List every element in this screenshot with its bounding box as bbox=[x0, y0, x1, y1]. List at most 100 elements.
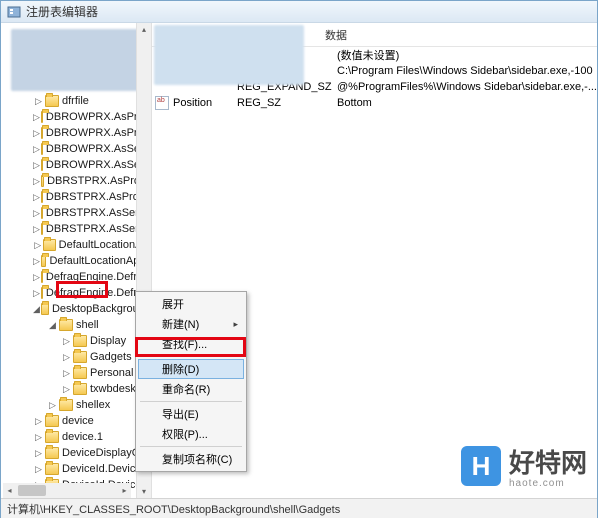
folder-icon bbox=[41, 271, 43, 283]
tree-hscrollbar[interactable]: ◂ ▸ bbox=[3, 483, 131, 498]
folder-icon bbox=[41, 111, 43, 123]
expand-icon[interactable]: ▷ bbox=[33, 272, 40, 283]
expand-icon[interactable]: ▷ bbox=[33, 208, 40, 219]
col-data[interactable]: 数据 bbox=[317, 25, 355, 45]
expand-icon[interactable]: ▷ bbox=[61, 368, 72, 379]
menu-separator bbox=[140, 401, 242, 402]
folder-icon bbox=[73, 351, 87, 363]
blurred-region bbox=[11, 29, 151, 91]
menu-export[interactable]: 导出(E) bbox=[138, 404, 244, 424]
expand-icon[interactable]: ▷ bbox=[47, 400, 58, 411]
tree-label: Gadgets bbox=[90, 351, 132, 363]
tree-node[interactable]: ▷DefragEngine.DefragE bbox=[31, 285, 151, 301]
hscroll-track[interactable] bbox=[16, 483, 118, 498]
folder-icon bbox=[73, 335, 87, 347]
expand-icon[interactable]: ▷ bbox=[33, 464, 44, 475]
expand-icon[interactable]: ▷ bbox=[33, 144, 40, 155]
registry-tree[interactable]: ▷dfrfile▷DBROWPRX.AsProxy▷DBROWPRX.AsPro… bbox=[1, 23, 151, 498]
tree-node[interactable]: ▷DBRSTPRX.AsServer bbox=[31, 205, 151, 221]
tree-node[interactable]: ▷ device bbox=[31, 413, 151, 429]
folder-icon bbox=[45, 95, 59, 107]
expand-icon[interactable]: ▷ bbox=[61, 384, 72, 395]
tree-node[interactable]: ◢DesktopBackground bbox=[31, 301, 151, 317]
tree-node[interactable]: ▷DBROWPRX.AsServer. bbox=[31, 157, 151, 173]
blurred-region bbox=[154, 25, 304, 85]
list-row[interactable]: Position REG_SZBottom bbox=[152, 95, 597, 111]
value-data: Bottom bbox=[337, 97, 597, 109]
expand-icon[interactable]: ▷ bbox=[33, 176, 40, 187]
menu-new[interactable]: 新建(N) bbox=[138, 314, 244, 334]
expand-icon[interactable]: ▷ bbox=[33, 96, 44, 107]
menu-permissions[interactable]: 权限(P)... bbox=[138, 424, 244, 444]
window-title: 注册表编辑器 bbox=[26, 3, 98, 20]
folder-icon bbox=[41, 159, 43, 171]
expand-icon[interactable]: ▷ bbox=[61, 352, 72, 363]
menu-find[interactable]: 查找(F)... bbox=[138, 334, 244, 354]
tree-label: device bbox=[62, 415, 94, 427]
value-data: @%ProgramFiles%\Windows Sidebar\sidebar.… bbox=[337, 81, 597, 93]
folder-icon bbox=[45, 431, 59, 443]
watermark: H 好特网 haote.com bbox=[461, 443, 587, 489]
tree-label: shellex bbox=[76, 399, 110, 411]
expand-icon[interactable]: ▷ bbox=[33, 160, 40, 171]
folder-icon bbox=[43, 239, 55, 251]
expand-icon[interactable]: ▷ bbox=[33, 192, 40, 203]
expand-icon[interactable]: ▷ bbox=[33, 256, 40, 267]
value-type: REG_SZ bbox=[237, 97, 337, 109]
folder-icon bbox=[41, 303, 49, 315]
value-name: Position bbox=[173, 97, 212, 109]
hscroll-thumb[interactable] bbox=[18, 485, 46, 496]
tree-node[interactable]: ▷DefaultLocationApi.1 bbox=[31, 253, 151, 269]
scroll-up-icon[interactable]: ▴ bbox=[138, 23, 151, 36]
scroll-right-icon[interactable]: ▸ bbox=[118, 484, 131, 497]
menu-rename[interactable]: 重命名(R) bbox=[138, 379, 244, 399]
tree-pane: ▷dfrfile▷DBROWPRX.AsProxy▷DBROWPRX.AsPro… bbox=[1, 23, 152, 498]
folder-icon bbox=[41, 191, 43, 203]
folder-icon bbox=[41, 223, 43, 235]
window-titlebar: 注册表编辑器 bbox=[1, 1, 597, 23]
menu-delete[interactable]: 删除(D) bbox=[138, 359, 244, 379]
expand-icon[interactable]: ▷ bbox=[33, 416, 44, 427]
tree-node[interactable]: ▷DBROWPRX.AsProxy bbox=[31, 109, 151, 125]
folder-icon bbox=[73, 367, 87, 379]
scroll-left-icon[interactable]: ◂ bbox=[3, 484, 16, 497]
folder-icon bbox=[41, 127, 43, 139]
folder-icon bbox=[45, 463, 59, 475]
tree-label: device.1 bbox=[62, 431, 103, 443]
tree-node[interactable]: ▷DBRSTPRX.AsProxy bbox=[31, 173, 151, 189]
menu-copykey[interactable]: 复制项名称(C) bbox=[138, 449, 244, 469]
value-data: C:\Program Files\Windows Sidebar\sidebar… bbox=[337, 65, 597, 77]
watermark-logo: H bbox=[461, 446, 501, 486]
statusbar-path: 计算机\HKEY_CLASSES_ROOT\DesktopBackground\… bbox=[7, 501, 340, 517]
watermark-sub: haote.com bbox=[509, 478, 587, 489]
tree-node[interactable]: ▷DeviceId.Device bbox=[31, 461, 151, 477]
tree-node[interactable]: ▷DBROWPRX.AsProxy.1 bbox=[31, 125, 151, 141]
value-data: (数值未设置) bbox=[337, 47, 597, 63]
expand-icon[interactable]: ▷ bbox=[33, 224, 40, 235]
regedit-icon bbox=[7, 5, 21, 19]
folder-icon bbox=[41, 143, 43, 155]
folder-icon bbox=[41, 255, 47, 267]
expand-icon[interactable]: ▷ bbox=[33, 128, 40, 139]
folder-icon bbox=[41, 207, 43, 219]
tree-node[interactable]: ▷DBRSTPRX.AsServer.1 bbox=[31, 221, 151, 237]
expand-icon[interactable]: ▷ bbox=[33, 448, 44, 459]
tree-label: txwbdesk bbox=[90, 383, 136, 395]
menu-expand[interactable]: 展开 bbox=[138, 294, 244, 314]
tree-node[interactable]: ▷DBROWPRX.AsServer bbox=[31, 141, 151, 157]
tree-node[interactable]: ▷DeviceDisplayO bbox=[31, 445, 151, 461]
expand-icon[interactable]: ▷ bbox=[33, 432, 44, 443]
tree-node[interactable]: ▷DBRSTPRX.AsProxy.1 bbox=[31, 189, 151, 205]
tree-node[interactable]: ▷dfrfile bbox=[31, 93, 151, 109]
expand-icon[interactable]: ▷ bbox=[33, 288, 40, 299]
tree-node[interactable]: ▷DefragEngine.DefragE bbox=[31, 269, 151, 285]
expand-icon[interactable]: ◢ bbox=[33, 304, 40, 315]
tree-node[interactable]: ▷ device.1 bbox=[31, 429, 151, 445]
expand-icon[interactable]: ◢ bbox=[47, 320, 58, 331]
tree-node[interactable]: ▷DefaultLocationApi bbox=[31, 237, 151, 253]
expand-icon[interactable]: ▷ bbox=[61, 336, 72, 347]
scroll-down-icon[interactable]: ▾ bbox=[138, 485, 151, 498]
watermark-text: 好特网 bbox=[509, 448, 587, 478]
expand-icon[interactable]: ▷ bbox=[33, 240, 42, 251]
expand-icon[interactable]: ▷ bbox=[33, 112, 40, 123]
